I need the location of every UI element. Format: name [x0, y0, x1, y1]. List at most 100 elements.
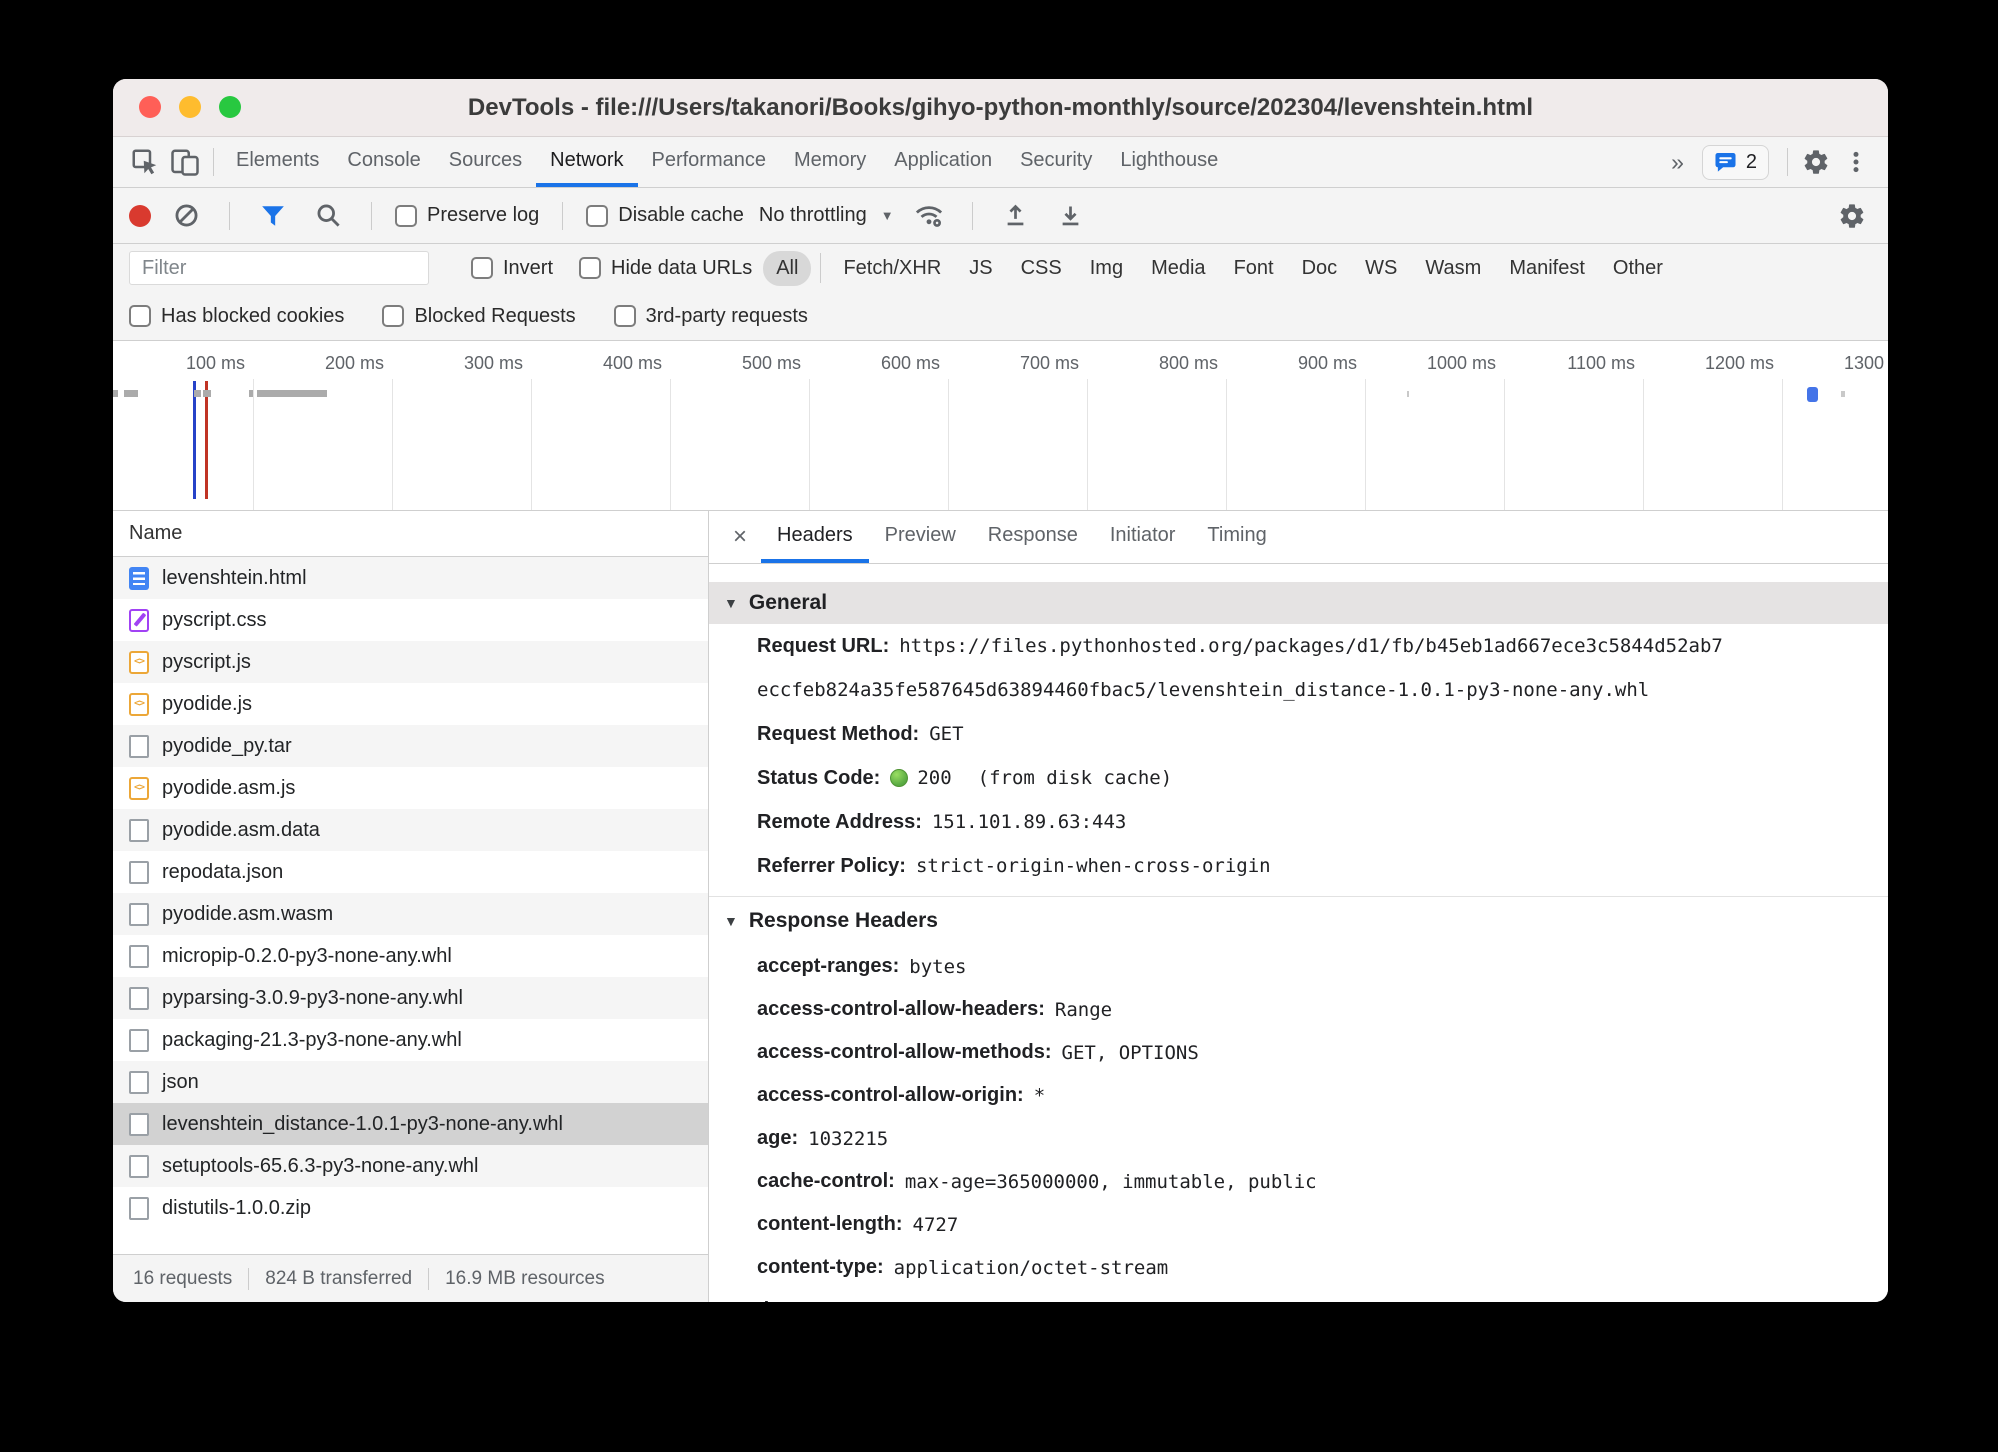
tab-performance[interactable]: Performance [638, 137, 781, 187]
timeline-gridline [1504, 379, 1505, 510]
type-filter-ws[interactable]: WS [1352, 251, 1410, 286]
devtools-window: DevTools - file:///Users/takanori/Books/… [113, 79, 1888, 1302]
preserve-log-checkbox[interactable]: Preserve log [395, 204, 539, 227]
checkbox-icon [382, 305, 404, 327]
waterfall-bar [113, 390, 118, 397]
filter-funnel-icon[interactable] [253, 195, 293, 237]
request-method-row: Request Method: GET [709, 712, 1888, 756]
type-filter-media[interactable]: Media [1138, 251, 1218, 286]
hide-data-urls-checkbox[interactable]: Hide data URLs [579, 257, 752, 280]
tab-sources[interactable]: Sources [435, 137, 536, 187]
referrer-policy-value: strict-origin-when-cross-origin [916, 855, 1271, 877]
filter-input[interactable] [129, 251, 429, 285]
divider [213, 148, 214, 176]
tab-network[interactable]: Network [536, 137, 637, 187]
tab-memory[interactable]: Memory [780, 137, 880, 187]
search-icon[interactable] [308, 195, 348, 237]
request-row[interactable]: repodata.json [113, 851, 708, 893]
minimize-window-button[interactable] [179, 96, 201, 118]
details-tab-preview[interactable]: Preview [869, 511, 972, 563]
type-filter-css[interactable]: CSS [1008, 251, 1075, 286]
record-network-log-icon[interactable] [129, 205, 151, 227]
export-har-icon[interactable] [1051, 195, 1091, 237]
zoom-window-button[interactable] [219, 96, 241, 118]
type-filter-img[interactable]: Img [1077, 251, 1136, 286]
request-row[interactable]: setuptools-65.6.3-py3-none-any.whl [113, 1145, 708, 1187]
request-row[interactable]: packaging-21.3-py3-none-any.whl [113, 1019, 708, 1061]
request-row[interactable]: pyodide.asm.js [113, 767, 708, 809]
request-name: micropip-0.2.0-py3-none-any.whl [162, 945, 452, 968]
type-filter-manifest[interactable]: Manifest [1496, 251, 1598, 286]
throttling-dropdown[interactable]: No throttling ▼ [759, 204, 894, 227]
details-tab-response[interactable]: Response [972, 511, 1094, 563]
request-row[interactable]: pyodide.js [113, 683, 708, 725]
type-filter-js[interactable]: JS [956, 251, 1005, 286]
status-green-dot-icon [890, 769, 908, 787]
device-toolbar-icon[interactable] [165, 141, 205, 183]
network-conditions-icon[interactable] [909, 195, 949, 237]
tab-security[interactable]: Security [1006, 137, 1106, 187]
request-row[interactable]: json [113, 1061, 708, 1103]
details-tab-headers[interactable]: Headers [761, 511, 869, 563]
request-row[interactable]: pyscript.css [113, 599, 708, 641]
request-row[interactable]: distutils-1.0.0.zip [113, 1187, 708, 1229]
3rd-party-requests-checkbox[interactable]: 3rd-party requests [614, 305, 808, 328]
type-filter-wasm[interactable]: Wasm [1412, 251, 1494, 286]
request-row[interactable]: levenshtein.html [113, 557, 708, 599]
divider [562, 202, 563, 230]
waterfall-bar [124, 390, 138, 397]
type-filter-all[interactable]: All [763, 251, 811, 286]
type-filter-other[interactable]: Other [1600, 251, 1676, 286]
request-row[interactable]: micropip-0.2.0-py3-none-any.whl [113, 935, 708, 977]
close-window-button[interactable] [139, 96, 161, 118]
general-section-header[interactable]: ▼ General [709, 582, 1888, 624]
tab-application[interactable]: Application [880, 137, 1006, 187]
request-row[interactable]: levenshtein_distance-1.0.1-py3-none-any.… [113, 1103, 708, 1145]
request-name: packaging-21.3-py3-none-any.whl [162, 1029, 462, 1052]
inspect-element-icon[interactable] [125, 141, 165, 183]
has-blocked-cookies-checkbox[interactable]: Has blocked cookies [129, 305, 344, 328]
waterfall-bar [203, 390, 211, 397]
response-headers-section-header[interactable]: ▼ Response Headers [709, 896, 1888, 945]
header-name: access-control-allow-headers: [757, 998, 1045, 1021]
triangle-down-icon: ▼ [724, 913, 738, 929]
invert-checkbox[interactable]: Invert [471, 257, 553, 280]
network-toolbar: Preserve log Disable cache No throttling… [113, 188, 1888, 244]
window-title-bar: DevTools - file:///Users/takanori/Books/… [113, 79, 1888, 137]
network-settings-gear-icon[interactable] [1832, 195, 1872, 237]
details-tab-timing[interactable]: Timing [1191, 511, 1282, 563]
request-details-pane: × HeadersPreviewResponseInitiatorTiming … [709, 511, 1888, 1302]
name-column-header[interactable]: Name [113, 511, 708, 557]
type-filter-fetch-xhr[interactable]: Fetch/XHR [830, 251, 954, 286]
tab-lighthouse[interactable]: Lighthouse [1106, 137, 1232, 187]
issues-counter[interactable]: 2 [1702, 145, 1769, 180]
request-row[interactable]: pyscript.js [113, 641, 708, 683]
settings-gear-icon[interactable] [1796, 141, 1836, 183]
request-row[interactable]: pyodide.asm.wasm [113, 893, 708, 935]
request-name: pyodide.asm.data [162, 819, 320, 842]
more-tabs-chevron-icon[interactable]: » [1663, 149, 1692, 176]
blocked-requests-checkbox[interactable]: Blocked Requests [382, 305, 575, 328]
close-icon[interactable]: × [719, 523, 761, 551]
timeline-gridline [253, 379, 254, 510]
network-overview-timeline[interactable]: 100 ms200 ms300 ms400 ms500 ms600 ms700 … [113, 341, 1888, 511]
clear-network-log-icon[interactable] [166, 195, 206, 237]
type-filter-font[interactable]: Font [1221, 251, 1287, 286]
request-row[interactable]: pyparsing-3.0.9-py3-none-any.whl [113, 977, 708, 1019]
details-tab-initiator[interactable]: Initiator [1094, 511, 1192, 563]
tab-elements[interactable]: Elements [222, 137, 333, 187]
import-har-icon[interactable] [996, 195, 1036, 237]
request-row[interactable]: pyodide_py.tar [113, 725, 708, 767]
header-value: GET, OPTIONS [1062, 1042, 1199, 1064]
generic-file-icon [129, 1155, 149, 1178]
load-event-line [205, 381, 208, 499]
disable-cache-checkbox[interactable]: Disable cache [586, 204, 744, 227]
type-filter-doc[interactable]: Doc [1289, 251, 1351, 286]
tab-console[interactable]: Console [333, 137, 434, 187]
header-name: content-type: [757, 1256, 884, 1279]
timeline-tick-label: 900 ms [1207, 353, 1357, 374]
more-options-icon[interactable] [1836, 141, 1876, 183]
response-header-row: access-control-allow-methods:GET, OPTION… [709, 1031, 1888, 1074]
request-name: pyodide.asm.wasm [162, 903, 333, 926]
request-row[interactable]: pyodide.asm.data [113, 809, 708, 851]
